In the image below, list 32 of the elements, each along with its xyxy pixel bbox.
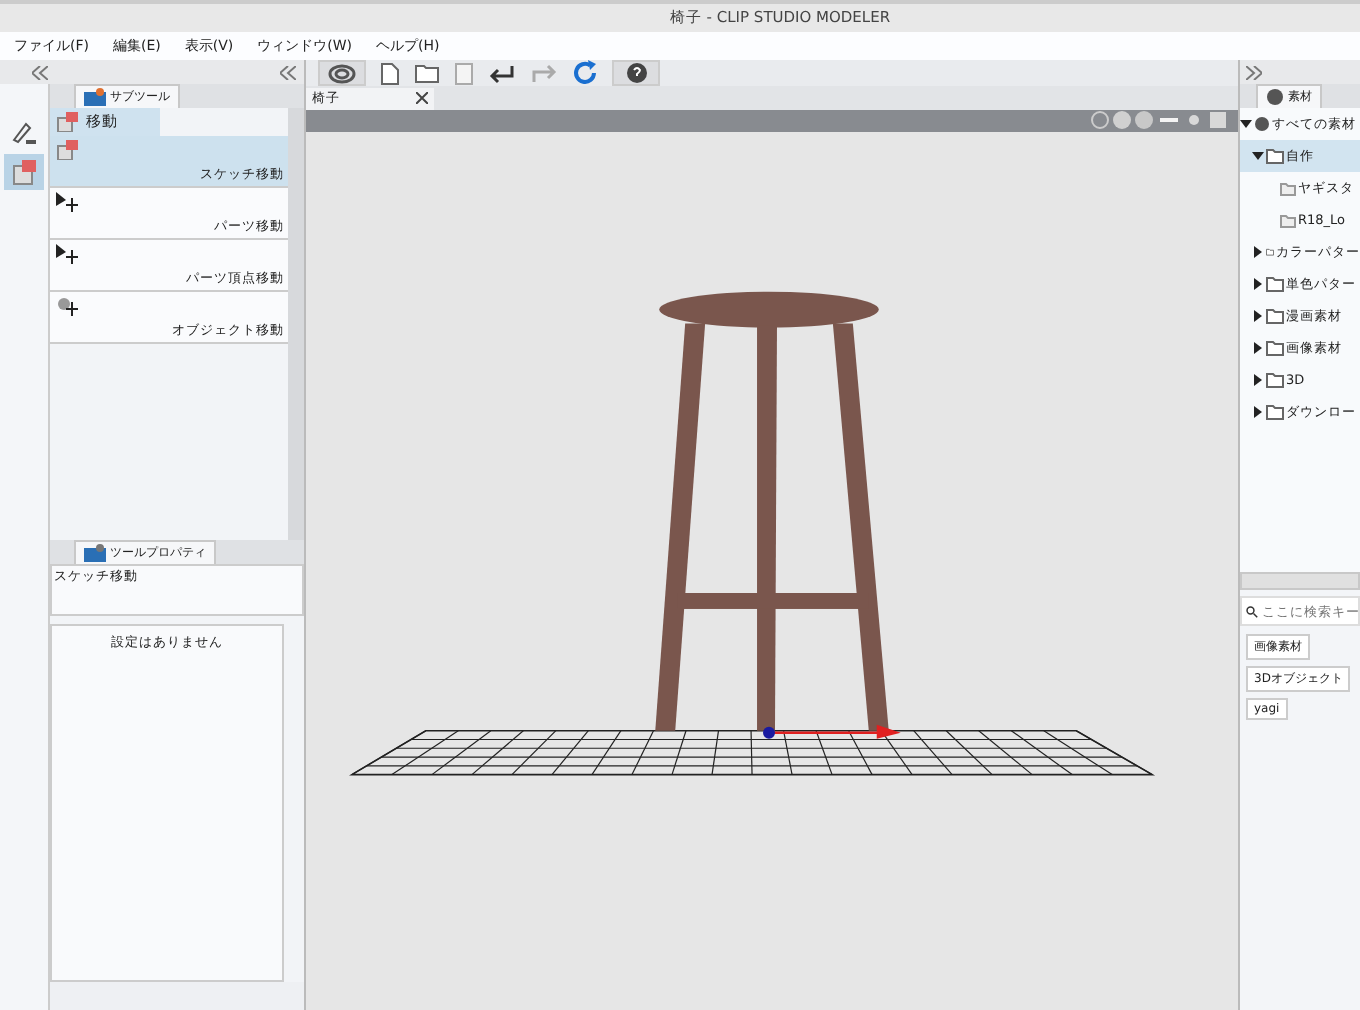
expander-icon[interactable] [1240,118,1252,130]
close-icon[interactable] [416,92,428,105]
circle-icon [1254,116,1270,132]
search-icon [1246,603,1258,619]
undo-icon[interactable] [488,63,516,84]
expander-icon[interactable] [1252,406,1264,418]
folder-icon [1280,181,1296,195]
axis-gizmo-icon [763,724,901,739]
expander-icon[interactable] [1252,246,1264,258]
collapse-icon[interactable] [280,65,296,79]
spiral-icon[interactable] [318,60,366,87]
expander-icon[interactable] [1252,310,1264,322]
new-file-icon[interactable] [380,61,400,86]
toolbox-icon [84,544,106,562]
expander-icon[interactable] [1252,342,1264,354]
collapse-icon[interactable] [32,65,48,79]
expander-icon[interactable] [1252,150,1264,162]
sketch-move-icon [56,140,80,160]
view-controls-icon[interactable] [1090,110,1230,131]
horizontal-scrollbar[interactable] [1240,572,1360,590]
cursor-move-icon [56,244,80,264]
cursor-move-icon [56,192,80,212]
circle-icon [1266,88,1284,106]
object-move-icon [56,296,80,316]
move-tool-icon [56,112,80,132]
expander-icon[interactable] [1252,278,1264,290]
help-icon[interactable] [612,60,660,87]
folder-icon [1280,213,1296,227]
toolbox-icon [84,88,106,106]
refresh-icon[interactable] [572,60,598,87]
expand-icon[interactable] [1246,65,1262,79]
expander-icon[interactable] [1252,374,1264,386]
